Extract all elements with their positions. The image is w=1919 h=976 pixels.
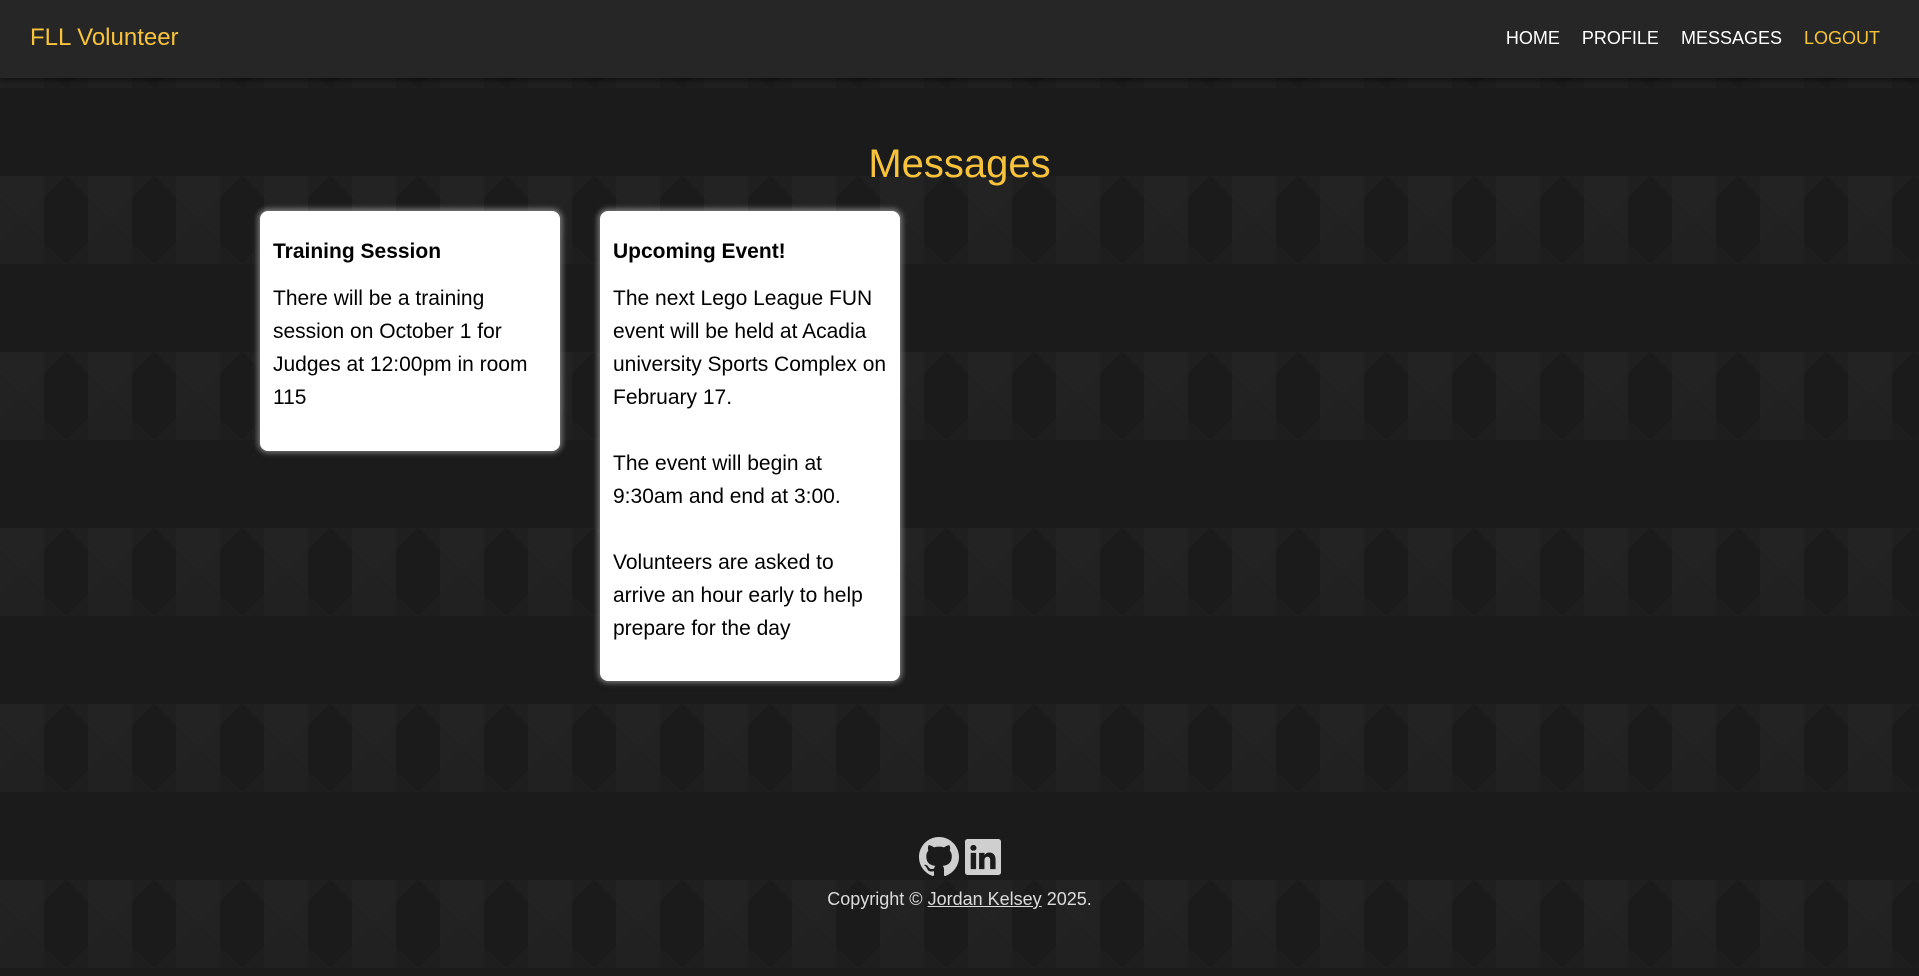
message-body: There will be a training session on Octo…	[273, 287, 528, 409]
message-card: Upcoming Event! The next Lego League FUN…	[600, 211, 900, 681]
message-body: The next Lego League FUN event will be h…	[613, 287, 887, 409]
nav-home-link[interactable]: HOME	[1506, 27, 1560, 49]
top-navbar: FLL Volunteer HOME PROFILE MESSAGES LOGO…	[0, 0, 1919, 78]
message-body: Volunteers are asked to arrive an hour e…	[613, 551, 863, 640]
social-links	[0, 836, 1919, 878]
linkedin-icon[interactable]	[964, 839, 1001, 875]
page-footer: Copyright © Jordan Kelsey 2025.	[0, 836, 1919, 910]
message-title: Upcoming Event!	[613, 240, 786, 263]
message-body: The event will begin at 9:30am and end a…	[613, 452, 841, 508]
nav-links: HOME PROFILE MESSAGES LOGOUT	[1484, 27, 1880, 49]
brand-link[interactable]: FLL Volunteer	[30, 24, 179, 52]
nav-messages-link[interactable]: MESSAGES	[1681, 27, 1782, 49]
copyright-prefix: Copyright ©	[827, 889, 923, 909]
github-icon[interactable]	[918, 837, 959, 877]
message-title: Training Session	[273, 240, 442, 263]
nav-profile-link[interactable]: PROFILE	[1582, 27, 1659, 49]
copyright-year: 2025.	[1046, 889, 1092, 909]
nav-logout-link[interactable]: LOGOUT	[1804, 27, 1880, 49]
message-card: Training Session There will be a trainin…	[260, 211, 560, 451]
copyright-text: Copyright © Jordan Kelsey 2025.	[0, 888, 1919, 910]
page-title: Messages	[868, 142, 1051, 186]
author-link[interactable]: Jordan Kelsey	[928, 889, 1042, 909]
